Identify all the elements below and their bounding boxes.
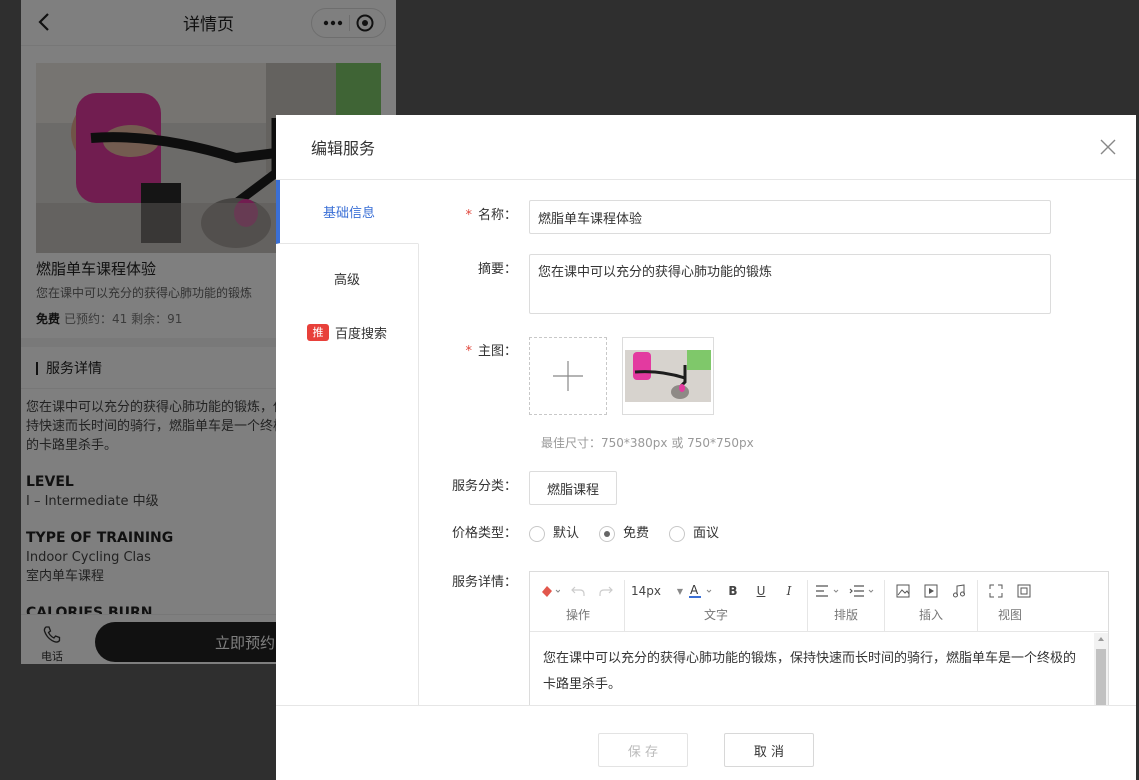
price-option-free[interactable]: 免费 [599, 518, 649, 550]
summary-label: 摘要： [477, 262, 517, 277]
cancel-button[interactable]: 取 消 [724, 733, 814, 767]
toolbar-group-label: 视图 [997, 608, 1022, 622]
close-icon[interactable] [1100, 139, 1116, 155]
eraser-icon[interactable] [538, 580, 562, 602]
summary-row: 摘要： 您在课中可以充分的获得心肺功能的锻炼 [419, 254, 1051, 314]
toolbar-group-actions: 操作 [538, 580, 625, 631]
tab-baidu-search[interactable]: 推 百度搜索 [276, 300, 418, 364]
name-label: 名称： [477, 208, 517, 223]
tab-label: 高级 [333, 272, 360, 288]
toolbar-group-view: 视图 [984, 580, 1042, 631]
redo-icon[interactable] [594, 580, 618, 602]
dialog-form: * 名称： 燃脂单车课程体验 摘要： 您在课中可以充分的获得心肺功能的锻炼 * 主图… [419, 180, 1136, 705]
tab-basic-info[interactable]: 基础信息 [276, 180, 419, 244]
name-input[interactable]: 燃脂单车课程体验 [529, 200, 1051, 234]
scroll-up-arrow-icon[interactable] [1094, 633, 1108, 645]
image-preview [625, 350, 711, 402]
align-icon[interactable] [814, 580, 844, 602]
radio-label: 免费 [623, 526, 650, 541]
required-mark: * [465, 208, 472, 223]
tab-label: 基础信息 [322, 206, 375, 221]
underline-icon[interactable]: U [749, 580, 773, 602]
edit-service-dialog: 编辑服务 基础信息 高级 推 百度搜索 * 名称： 燃脂单车课程体验 摘要： 您在… [276, 115, 1136, 780]
category-label: 服务分类： [451, 479, 517, 494]
main-image-row: * 主图： [419, 336, 714, 415]
radio-label: 默认 [553, 526, 580, 541]
image-icon[interactable] [891, 580, 915, 602]
radio-circle [669, 526, 686, 542]
tab-label: 百度搜索 [334, 326, 387, 342]
indent-icon[interactable] [848, 580, 878, 602]
bold-icon[interactable]: B [721, 580, 745, 602]
summary-input[interactable]: 您在课中可以充分的获得心肺功能的锻炼 [529, 254, 1051, 314]
price-option-default[interactable]: 默认 [529, 518, 579, 550]
fullscreen-icon[interactable] [984, 580, 1008, 602]
promo-badge: 推 [306, 323, 329, 341]
detail-row: 服务详情： 操作 14px ▼ A B U I 文字 排版 插入 视图 您在课中… [419, 571, 1109, 705]
dialog-footer: 保 存 取 消 [276, 705, 1136, 780]
radio-label: 面议 [693, 526, 720, 541]
dialog-header: 编辑服务 [276, 115, 1136, 180]
detail-label: 服务详情： [451, 575, 517, 590]
name-row: * 名称： 燃脂单车课程体验 [419, 200, 1051, 234]
required-mark: * [465, 344, 472, 359]
dialog-sidebar: 基础信息 高级 推 百度搜索 [276, 180, 419, 705]
category-select-button[interactable]: 燃脂课程 [529, 471, 618, 505]
editor-content[interactable]: 您在课中可以充分的获得心肺功能的锻炼，保持快速而长时间的骑行，燃脂单车是一个终极… [530, 632, 1108, 698]
editor-scrollbar[interactable] [1094, 633, 1108, 705]
music-icon[interactable] [947, 580, 971, 602]
image-label: 主图： [477, 344, 517, 359]
category-row: 服务分类： 燃脂课程 [419, 471, 618, 505]
toolbar-group-label: 操作 [565, 608, 590, 622]
preview-icon[interactable] [1012, 580, 1036, 602]
toolbar-group-label: 文字 [703, 608, 728, 622]
plus-icon [553, 361, 583, 391]
toolbar-group-insert: 插入 [891, 580, 978, 631]
toolbar-group-text: 14px ▼ A B U I 文字 [631, 580, 808, 631]
toolbar-group-label: 插入 [918, 608, 943, 622]
save-button[interactable]: 保 存 [598, 733, 688, 767]
price-type-label: 价格类型： [451, 526, 517, 541]
editor-toolbar: 操作 14px ▼ A B U I 文字 排版 插入 视图 [530, 572, 1108, 632]
radio-circle-checked [599, 526, 616, 542]
svg-text:A: A [690, 583, 699, 597]
image-hint-row: 最佳尺寸：750*380px 或 750*750px [541, 434, 754, 451]
uploaded-image-thumbnail[interactable] [622, 337, 714, 415]
radio-circle [529, 526, 545, 542]
font-size-value: 14px [631, 584, 661, 598]
dropdown-arrow-icon: ▼ [676, 586, 683, 596]
toolbar-group-label: 排版 [833, 608, 858, 622]
price-option-negotiable[interactable]: 面议 [669, 518, 719, 550]
font-size-select[interactable]: 14px ▼ [631, 580, 683, 602]
toolbar-group-layout: 排版 [814, 580, 885, 631]
image-size-hint: 最佳尺寸：750*380px 或 750*750px [541, 436, 754, 450]
upload-image-button[interactable] [529, 337, 607, 415]
price-type-row: 价格类型： 默认 免费 面议 [419, 518, 739, 550]
rich-text-editor: 操作 14px ▼ A B U I 文字 排版 插入 视图 您在课中可以充分的获… [529, 571, 1109, 705]
video-icon[interactable] [919, 580, 943, 602]
font-color-icon[interactable]: A [687, 580, 717, 602]
scrollbar-thumb[interactable] [1096, 649, 1106, 705]
italic-icon[interactable]: I [777, 580, 801, 602]
dialog-title: 编辑服务 [311, 139, 376, 158]
undo-icon[interactable] [566, 580, 590, 602]
